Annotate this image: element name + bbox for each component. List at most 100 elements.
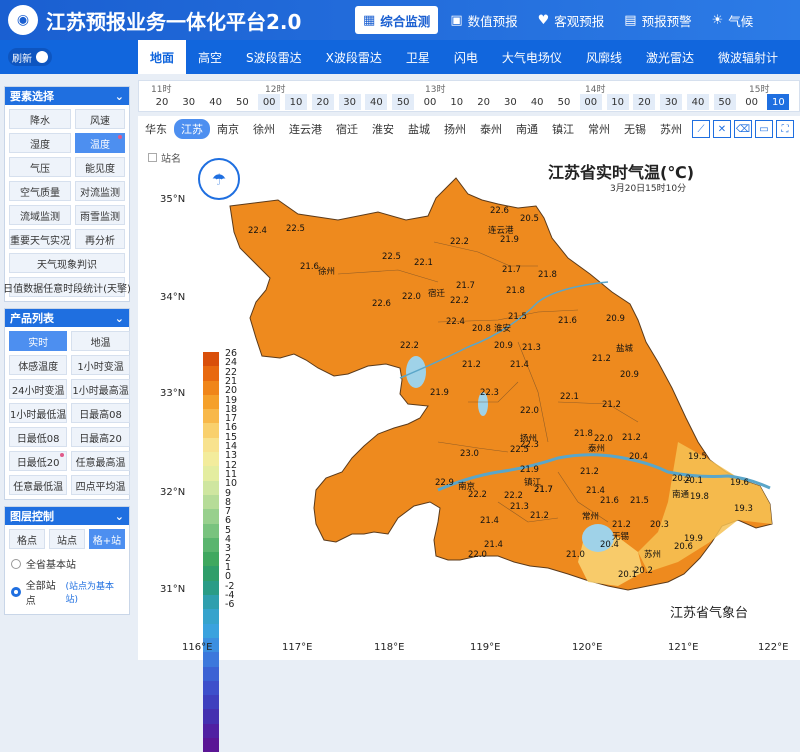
region-tab[interactable]: 无锡	[617, 119, 653, 139]
panel-title[interactable]: 产品列表 ⌄	[5, 309, 129, 327]
region-tab[interactable]: 镇江	[545, 119, 581, 139]
chevron-down-icon[interactable]: ⌄	[115, 510, 124, 523]
minute-cell[interactable]: 30	[178, 94, 200, 110]
elements-button[interactable]: 天气现象判识	[9, 253, 125, 273]
nav-item-1[interactable]: ▣ 数值预报	[442, 6, 525, 34]
minute-cell[interactable]: 50	[231, 94, 253, 110]
minute-cell[interactable]: 40	[687, 94, 709, 110]
minute-cell[interactable]: 00	[579, 94, 602, 110]
elements-button[interactable]: 降水	[9, 109, 71, 129]
region-tab[interactable]: 苏州	[653, 119, 689, 139]
minute-cell[interactable]: 00	[258, 94, 281, 110]
region-tab[interactable]: 连云港	[282, 119, 329, 139]
cross-icon[interactable]: ✕	[713, 120, 731, 138]
tab-category[interactable]: 卫星	[394, 40, 442, 74]
minute-cell[interactable]: 20	[633, 94, 656, 110]
products-button[interactable]: 日最低20	[9, 451, 68, 471]
region-tab[interactable]: 南京	[210, 119, 246, 139]
region-tab[interactable]: 扬州	[437, 119, 473, 139]
layers-button[interactable]: 格点	[9, 529, 45, 549]
layers-button[interactable]: 站点	[49, 529, 85, 549]
region-tab[interactable]: 盐城	[401, 119, 437, 139]
region-tab[interactable]: 华东	[138, 119, 174, 139]
elements-button[interactable]: 再分析	[75, 229, 125, 249]
layer-radio-option[interactable]: 全部站点 (站点为基本站)	[5, 574, 129, 610]
ruler-icon[interactable]: ⟋	[692, 120, 710, 138]
minute-cell[interactable]: 10	[446, 94, 468, 110]
panel-title[interactable]: 要素选择 ⌄	[5, 87, 129, 105]
minute-cell[interactable]: 40	[365, 94, 388, 110]
elements-button[interactable]: 重要天气实况	[9, 229, 71, 249]
chevron-down-icon[interactable]: ⌄	[115, 90, 124, 103]
radio-button[interactable]	[11, 587, 21, 597]
products-button[interactable]: 日最低08	[9, 427, 68, 447]
panel-title[interactable]: 图层控制 ⌄	[5, 507, 129, 525]
elements-button[interactable]: 雨雪监测	[75, 205, 125, 225]
products-button[interactable]: 1小时最高温	[71, 379, 130, 399]
save-icon[interactable]: ▭	[755, 120, 773, 138]
region-tab[interactable]: 常州	[581, 119, 617, 139]
nav-item-2[interactable]: ♥ 客观预报	[530, 6, 613, 34]
region-tab[interactable]: 宿迁	[329, 119, 365, 139]
nav-item-3[interactable]: ▤ 预报预警	[616, 6, 699, 34]
erase-icon[interactable]: ⌫	[734, 120, 752, 138]
tab-category[interactable]: 激光雷达	[634, 40, 706, 74]
products-button[interactable]: 日最高20	[71, 427, 130, 447]
nav-item-4[interactable]: ☀ 气候	[704, 6, 762, 34]
minute-cell[interactable]: 50	[553, 94, 575, 110]
minute-cell[interactable]: 30	[338, 94, 361, 110]
tab-category[interactable]: 风廓线	[574, 40, 634, 74]
minute-cell[interactable]: 10	[285, 94, 307, 110]
tab-category[interactable]: 闪电	[442, 40, 490, 74]
minute-cell[interactable]: 20	[151, 94, 173, 110]
products-button[interactable]: 体感温度	[9, 355, 68, 375]
fullscreen-icon[interactable]: ⛶	[776, 120, 794, 138]
layers-button[interactable]: 格+站	[89, 529, 125, 549]
minute-cell[interactable]: 20	[311, 94, 334, 110]
elements-button[interactable]: 气压	[9, 157, 71, 177]
elements-button[interactable]: 湿度	[9, 133, 71, 153]
elements-button[interactable]: 日值数据任意时段统计(天擎)	[3, 277, 131, 297]
region-tab[interactable]: 南通	[509, 119, 545, 139]
elements-button[interactable]: 对流监测	[75, 181, 125, 201]
elements-button[interactable]: 空气质量	[9, 181, 71, 201]
time-slider[interactable]: 11时 12时 13时 14时 15时 20 30 40 50 00 10 20 30 40 50 00 10 2…	[138, 80, 800, 112]
minute-cell[interactable]: 40	[526, 94, 548, 110]
elements-button[interactable]: 温度	[75, 133, 125, 153]
minute-cell[interactable]: 00	[419, 94, 441, 110]
radio-button[interactable]	[11, 558, 21, 569]
region-tab[interactable]: 江苏	[174, 119, 210, 139]
products-button[interactable]: 24小时变温	[9, 379, 68, 399]
tab-category[interactable]: 地面	[138, 40, 187, 74]
products-button[interactable]: 实时	[9, 331, 68, 351]
tab-category[interactable]: S波段雷达	[234, 40, 314, 74]
products-button[interactable]: 四点平均温	[71, 475, 130, 495]
elements-button[interactable]: 流域监测	[9, 205, 71, 225]
minute-cell[interactable]: 30	[499, 94, 521, 110]
products-button[interactable]: 任意最低温	[9, 475, 68, 495]
products-button[interactable]: 日最高08	[71, 403, 130, 423]
products-button[interactable]: 任意最高温	[71, 451, 130, 471]
minute-cell[interactable]: 40	[205, 94, 227, 110]
layer-radio-option[interactable]: 全省基本站	[5, 553, 129, 574]
tab-category[interactable]: 高空	[186, 40, 234, 74]
minute-cell[interactable]: 10	[767, 94, 790, 110]
map-panel[interactable]: 站名 ☂ 江苏省实时气温(℃) 3月20日15时10分 26 24 22 21 20 19…	[138, 142, 800, 752]
chevron-down-icon[interactable]: ⌄	[115, 312, 124, 325]
minute-cell[interactable]: 50	[713, 94, 736, 110]
region-tab[interactable]: 泰州	[473, 119, 509, 139]
nav-item-0[interactable]: ▦ 综合监测	[355, 6, 439, 34]
minute-cell[interactable]: 30	[660, 94, 683, 110]
tab-category[interactable]: X波段雷达	[314, 40, 394, 74]
elements-button[interactable]: 能见度	[75, 157, 125, 177]
products-button[interactable]: 地温	[71, 331, 130, 351]
tab-category[interactable]: 大气电场仪	[490, 40, 574, 74]
minute-cell[interactable]: 20	[473, 94, 495, 110]
minute-cell[interactable]: 00	[741, 94, 763, 110]
products-button[interactable]: 1小时最低温	[9, 403, 68, 423]
elements-button[interactable]: 风速	[75, 109, 125, 129]
refresh-toggle[interactable]: 刷新	[8, 48, 52, 66]
minute-cell[interactable]: 50	[392, 94, 415, 110]
region-tab[interactable]: 淮安	[365, 119, 401, 139]
minute-cell[interactable]: 10	[606, 94, 629, 110]
